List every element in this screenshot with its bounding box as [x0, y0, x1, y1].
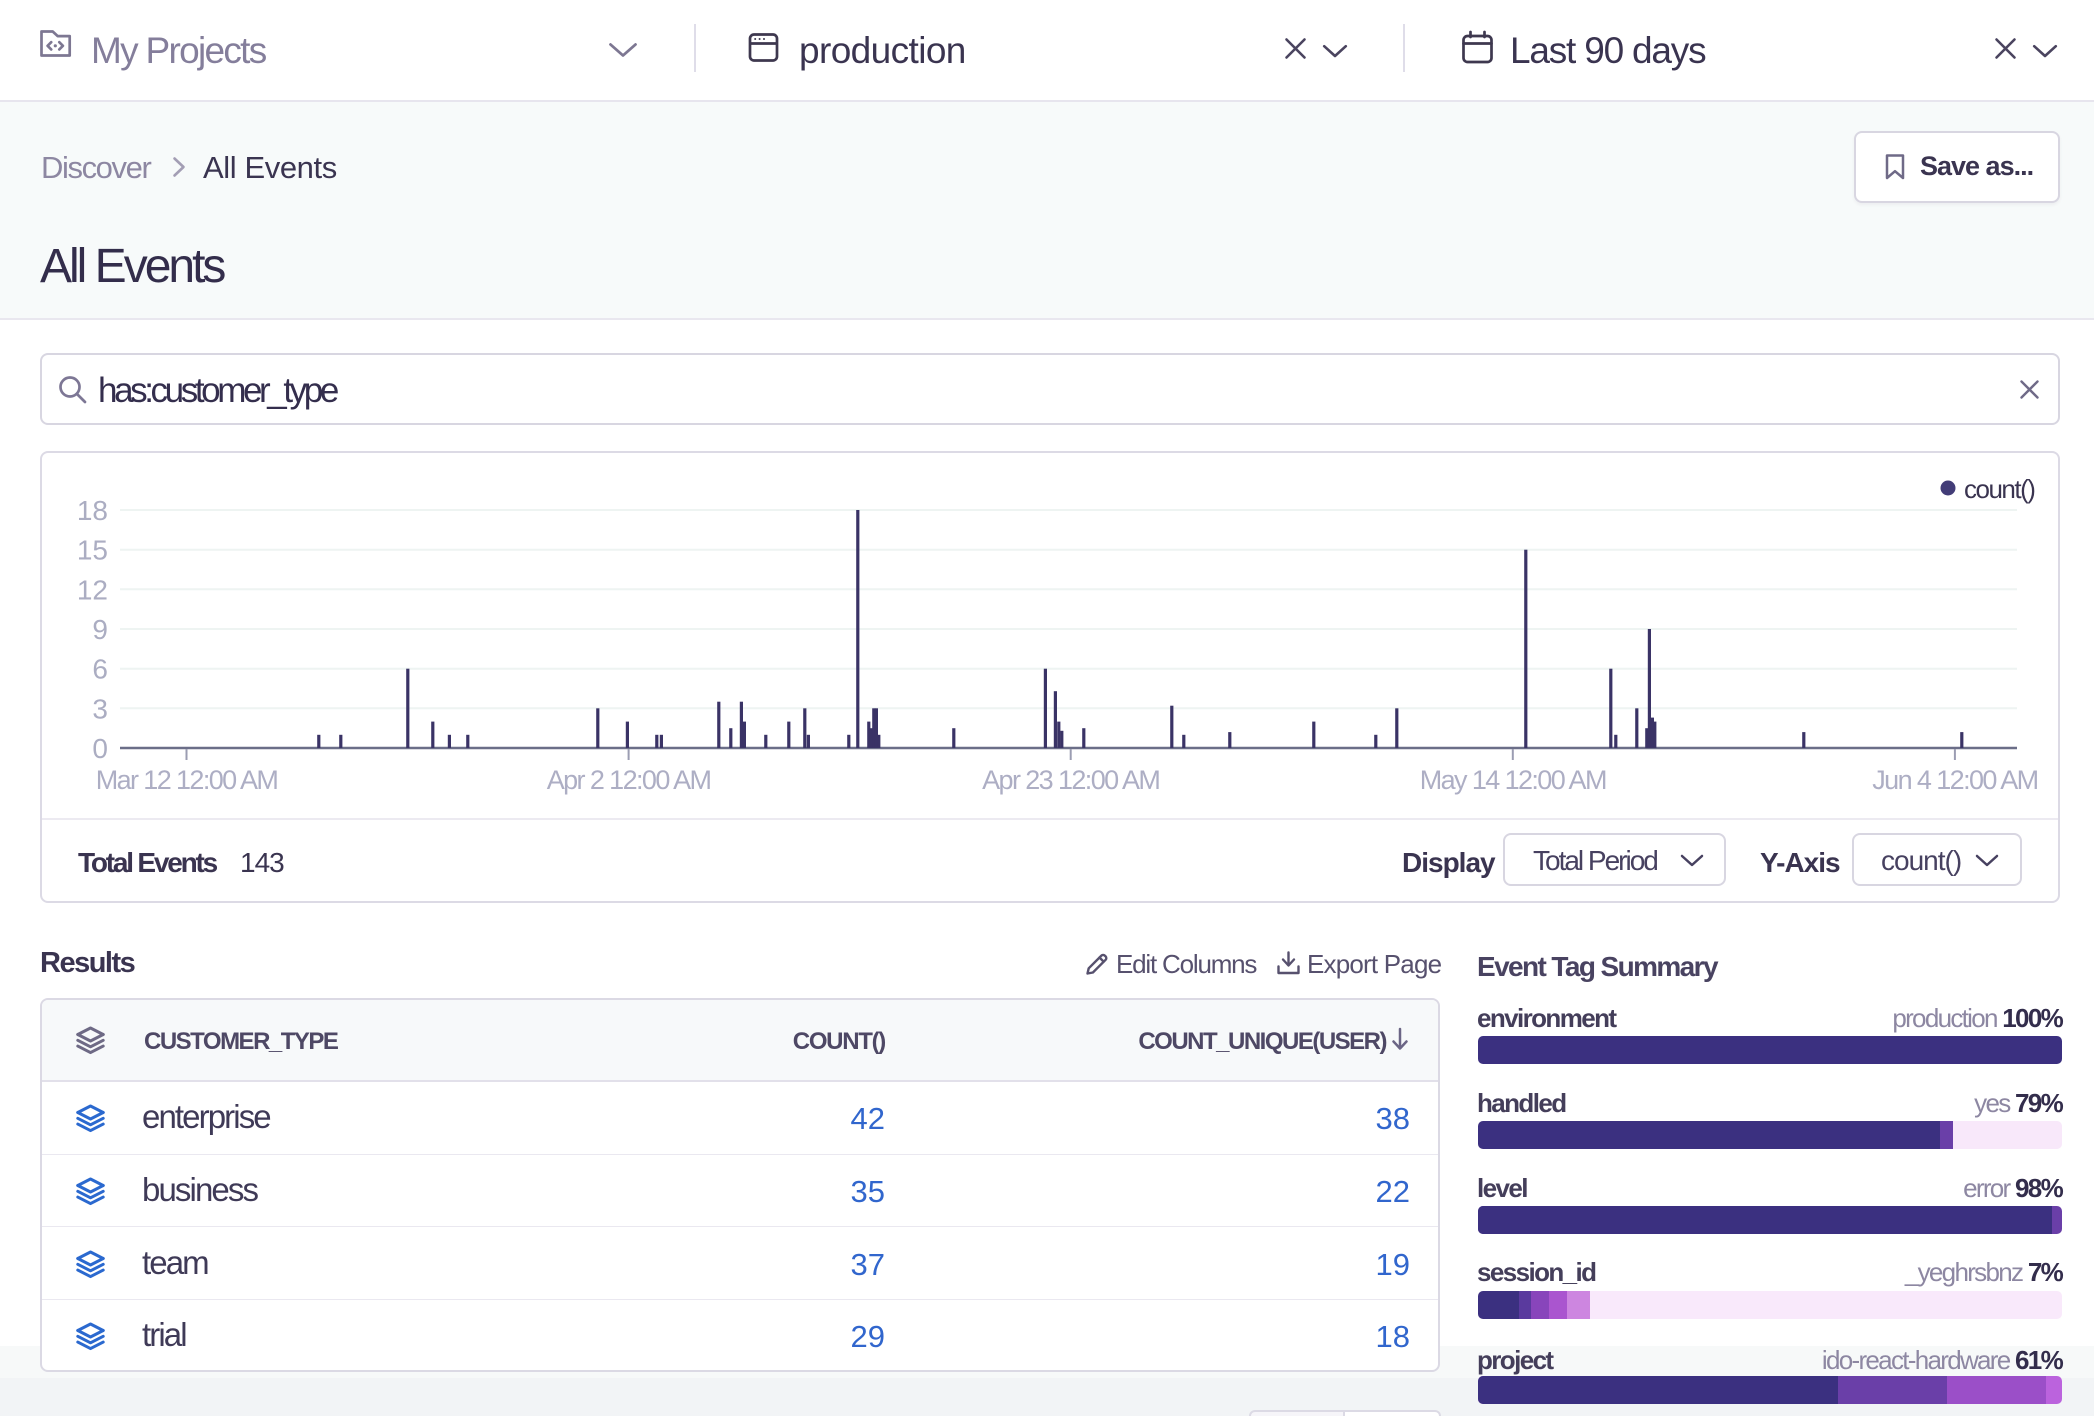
svg-text:May 14 12:00 AM: May 14 12:00 AM	[1420, 765, 1606, 795]
svg-text:12: 12	[77, 574, 108, 605]
svg-text:6: 6	[92, 654, 108, 685]
svg-text:0: 0	[92, 733, 108, 764]
svg-text:Apr 2 12:00 AM: Apr 2 12:00 AM	[547, 765, 711, 795]
svg-text:3: 3	[92, 693, 108, 724]
svg-text:count(): count()	[1964, 474, 2035, 504]
svg-text:9: 9	[92, 614, 108, 645]
svg-text:15: 15	[77, 535, 108, 566]
svg-text:Apr 23 12:00 AM: Apr 23 12:00 AM	[982, 765, 1159, 795]
svg-text:Jun 4 12:00 AM: Jun 4 12:00 AM	[1872, 765, 2037, 795]
svg-text:Mar 12 12:00 AM: Mar 12 12:00 AM	[96, 765, 278, 795]
svg-text:18: 18	[77, 495, 108, 526]
